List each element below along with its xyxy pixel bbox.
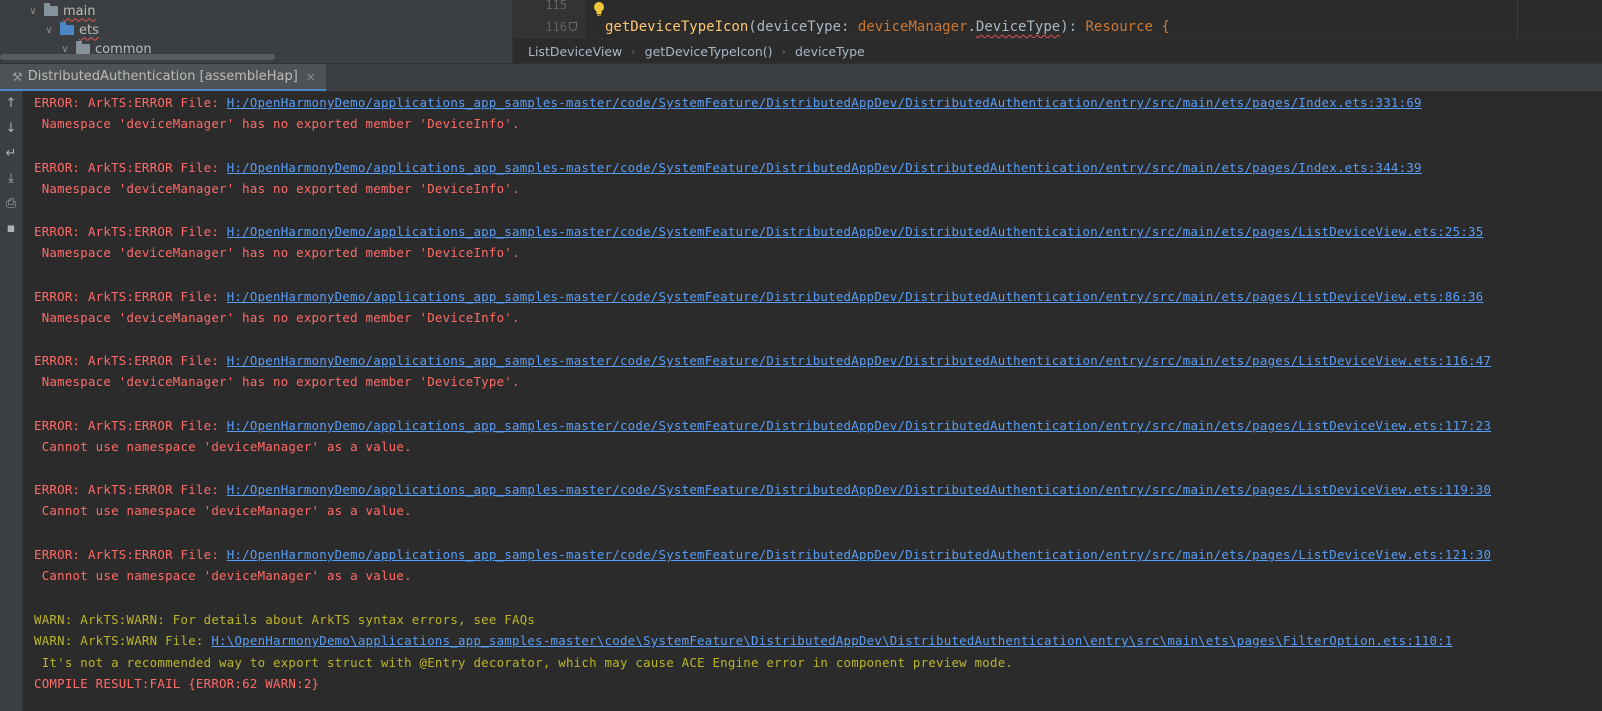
tab-label: DistributedAuthentication [assembleHap] xyxy=(27,69,298,84)
soft-wrap-icon[interactable]: ↵ xyxy=(1,144,21,164)
console-output[interactable]: ERROR: ArkTS:ERROR File: H:/OpenHarmonyD… xyxy=(23,91,1602,711)
arrow-up-icon[interactable]: ↑ xyxy=(1,94,21,114)
code-token: : xyxy=(841,19,858,35)
error-line: Namespace 'deviceManager' has no exporte… xyxy=(34,181,520,196)
log-text: Cannot use namespace 'deviceManager' as … xyxy=(34,503,412,518)
log-prefix: ERROR: ArkTS:ERROR File: xyxy=(34,482,227,497)
line-number: 115 xyxy=(545,0,567,12)
breadcrumb-item[interactable]: deviceType xyxy=(795,44,865,59)
folder-icon xyxy=(44,3,58,16)
error-line: ERROR: ArkTS:ERROR File: H:/OpenHarmonyD… xyxy=(34,289,1483,304)
print-icon[interactable]: ⎙ xyxy=(1,194,21,214)
log-prefix: ERROR: ArkTS:ERROR File: xyxy=(34,547,227,562)
log-text: Cannot use namespace 'deviceManager' as … xyxy=(34,568,412,583)
error-line: ERROR: ArkTS:ERROR File: H:/OpenHarmonyD… xyxy=(34,224,1483,239)
code-function-name: getDeviceTypeIcon xyxy=(605,19,749,35)
tab-run-distributed-authentication[interactable]: ⚒ DistributedAuthentication [assembleHap… xyxy=(0,64,326,91)
tree-item-label: main xyxy=(63,3,96,19)
file-link[interactable]: H:/OpenHarmonyDemo/applications_app_samp… xyxy=(227,224,1484,239)
chevron-down-icon[interactable]: ∨ xyxy=(26,6,40,17)
file-link[interactable]: H:/OpenHarmonyDemo/applications_app_samp… xyxy=(227,547,1491,562)
breadcrumb-item[interactable]: ListDeviceView xyxy=(528,44,622,59)
code-namespace: deviceManager xyxy=(857,19,968,35)
fold-icon[interactable] xyxy=(569,22,577,31)
error-line: Cannot use namespace 'deviceManager' as … xyxy=(34,568,412,583)
code-editor[interactable]: 115 116 getDeviceTypeIcon(deviceType: de… xyxy=(513,0,1602,38)
log-prefix: ERROR: ArkTS:ERROR File: xyxy=(34,224,227,239)
log-text: Namespace 'deviceManager' has no exporte… xyxy=(34,374,520,389)
file-link[interactable]: H:/OpenHarmonyDemo/applications_app_samp… xyxy=(227,289,1484,304)
log-text: Namespace 'deviceManager' has no exporte… xyxy=(34,245,520,260)
chevron-right-icon: › xyxy=(631,44,636,58)
editor-right-margin xyxy=(1517,0,1518,38)
file-link[interactable]: H:/OpenHarmonyDemo/applications_app_samp… xyxy=(227,95,1422,110)
warning-line: WARN: ArkTS:WARN: For details about ArkT… xyxy=(34,612,535,627)
log-prefix: ERROR: ArkTS:ERROR File: xyxy=(34,95,227,110)
error-line: ERROR: ArkTS:ERROR File: H:/OpenHarmonyD… xyxy=(34,95,1422,110)
tree-item-ets[interactable]: ∨ ets xyxy=(42,20,99,40)
top-area: ∨ main ∨ ets ∨ common 115 116 getDeviceT… xyxy=(0,0,1602,63)
log-prefix: ERROR: ArkTS:ERROR File: xyxy=(34,160,227,175)
warning-line: WARN: ArkTS:WARN File: H:\OpenHarmonyDem… xyxy=(34,633,1453,648)
error-line: Cannot use namespace 'deviceManager' as … xyxy=(34,503,412,518)
arrow-down-icon[interactable]: ↓ xyxy=(1,119,21,139)
error-line: ERROR: ArkTS:ERROR File: H:/OpenHarmonyD… xyxy=(34,482,1491,497)
code-token: ( xyxy=(748,19,757,35)
error-line: Namespace 'deviceManager' has no exporte… xyxy=(34,116,520,131)
error-line: Namespace 'deviceManager' has no exporte… xyxy=(34,310,520,325)
log-prefix: WARN: ArkTS:WARN File: xyxy=(34,633,212,648)
chevron-right-icon: › xyxy=(781,44,786,58)
code-line[interactable]: getDeviceTypeIcon(deviceType: deviceMana… xyxy=(605,19,1170,35)
file-link[interactable]: H:/OpenHarmonyDemo/applications_app_samp… xyxy=(227,353,1491,368)
line-number: 116 xyxy=(545,20,567,34)
error-line: ERROR: ArkTS:ERROR File: H:/OpenHarmonyD… xyxy=(34,547,1491,562)
log-text: It's not a recommended way to export str… xyxy=(34,655,1014,670)
error-line: Cannot use namespace 'deviceManager' as … xyxy=(34,439,412,454)
error-line: ERROR: ArkTS:ERROR File: H:/OpenHarmonyD… xyxy=(34,353,1491,368)
file-link[interactable]: H:/OpenHarmonyDemo/applications_app_samp… xyxy=(227,418,1491,433)
code-return-type: Resource xyxy=(1085,19,1153,35)
tree-item-label: ets xyxy=(79,22,99,38)
error-line: ERROR: ArkTS:ERROR File: H:/OpenHarmonyD… xyxy=(34,160,1422,175)
log-text: Namespace 'deviceManager' has no exporte… xyxy=(34,181,520,196)
log-text: Namespace 'deviceManager' has no exporte… xyxy=(34,310,520,325)
folder-icon xyxy=(76,41,90,54)
chevron-down-icon[interactable]: ∨ xyxy=(58,44,72,55)
warning-line: It's not a recommended way to export str… xyxy=(34,655,1013,670)
code-type: DeviceType xyxy=(975,19,1061,35)
folder-blue-icon xyxy=(60,22,74,35)
horizontal-scrollbar[interactable] xyxy=(0,54,275,60)
breadcrumb: ListDeviceView › getDeviceTypeIcon() › d… xyxy=(513,38,1602,63)
chevron-down-icon[interactable]: ∨ xyxy=(42,25,56,36)
breadcrumb-item[interactable]: getDeviceTypeIcon() xyxy=(645,44,773,59)
file-link[interactable]: H:/OpenHarmonyDemo/applications_app_samp… xyxy=(227,160,1422,175)
close-icon[interactable]: × xyxy=(306,70,316,84)
console-toolbar: ↑ ↓ ↵ ⤓ ⎙ ▪ xyxy=(0,91,23,711)
code-token: . xyxy=(967,19,976,35)
project-tree: ∨ main ∨ ets ∨ common xyxy=(0,0,513,63)
file-link[interactable]: H:\OpenHarmonyDemo\applications_app_samp… xyxy=(211,633,1452,648)
log-text: Cannot use namespace 'deviceManager' as … xyxy=(34,439,412,454)
log-prefix: ERROR: ArkTS:ERROR File: xyxy=(34,353,227,368)
run-tab-bar: ⚒ DistributedAuthentication [assembleHap… xyxy=(0,63,1602,91)
error-line: ERROR: ArkTS:ERROR File: H:/OpenHarmonyD… xyxy=(34,418,1491,433)
tree-item-main[interactable]: ∨ main xyxy=(26,1,95,21)
trash-icon[interactable]: ▪ xyxy=(1,219,21,239)
log-text: COMPILE RESULT:FAIL {ERROR:62 WARN:2} xyxy=(34,676,320,691)
error-line: Namespace 'deviceManager' has no exporte… xyxy=(34,374,520,389)
log-prefix: ERROR: ArkTS:ERROR File: xyxy=(34,418,227,433)
line-gutter: 115 116 xyxy=(513,0,585,38)
code-token: { xyxy=(1152,19,1170,35)
log-text: WARN: ArkTS:WARN: For details about ArkT… xyxy=(34,612,536,627)
error-line: COMPILE RESULT:FAIL {ERROR:62 WARN:2} xyxy=(34,676,319,691)
lightbulb-icon[interactable] xyxy=(592,1,606,17)
scroll-to-end-icon[interactable]: ⤓ xyxy=(1,169,21,189)
file-link[interactable]: H:/OpenHarmonyDemo/applications_app_samp… xyxy=(227,482,1491,497)
code-token: ): xyxy=(1060,19,1086,35)
code-param: deviceType xyxy=(756,19,842,35)
log-prefix: ERROR: ArkTS:ERROR File: xyxy=(34,289,227,304)
hammer-icon: ⚒ xyxy=(12,69,23,84)
error-line: Namespace 'deviceManager' has no exporte… xyxy=(34,245,520,260)
log-text: Namespace 'deviceManager' has no exporte… xyxy=(34,116,520,131)
